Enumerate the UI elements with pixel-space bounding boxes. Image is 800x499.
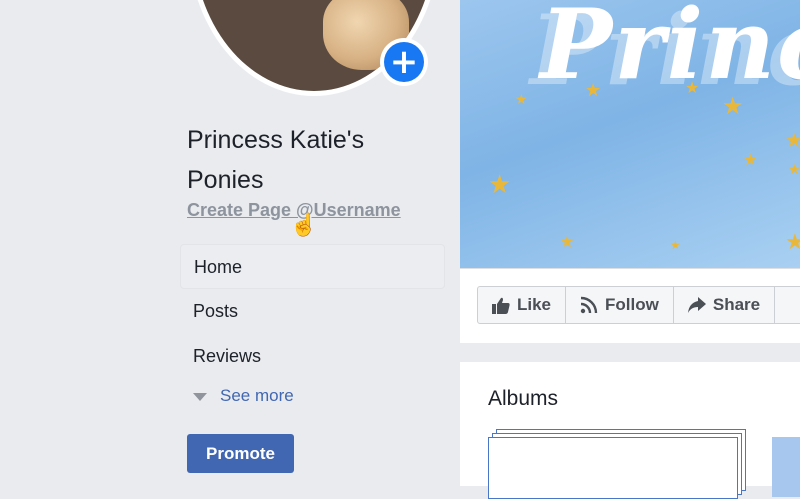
create-album-thumbnail[interactable] <box>488 437 738 499</box>
cover-title-text: Prince <box>540 0 800 101</box>
page-title: Princess Katie's Ponies <box>187 126 365 194</box>
share-arrow-icon <box>687 297 706 313</box>
star-icon: ★ <box>788 162 800 178</box>
albums-section: Albums <box>460 362 800 499</box>
like-label: Like <box>517 295 552 314</box>
share-label: Share <box>712 295 761 314</box>
promote-button[interactable]: Promote <box>187 434 294 473</box>
star-icon: ★ <box>488 170 512 200</box>
star-icon: ★ <box>743 150 758 169</box>
star-icon: ★ <box>785 128 800 152</box>
plus-icon: + <box>384 42 424 82</box>
star-icon: ★ <box>670 238 681 252</box>
nav-item-reviews[interactable]: Reviews <box>180 334 445 379</box>
follow-button[interactable]: Follow <box>565 286 674 324</box>
nav-item-posts[interactable]: Posts <box>180 289 445 334</box>
star-icon: ★ <box>785 230 800 255</box>
share-button[interactable]: Share <box>672 286 776 324</box>
triangle-down-icon <box>193 392 207 401</box>
thumbs-up-icon <box>492 297 510 314</box>
see-more-link[interactable]: See more <box>193 386 294 406</box>
rss-icon <box>580 296 598 314</box>
star-icon: ★ <box>722 92 744 120</box>
albums-title: Albums <box>488 387 559 410</box>
album-thumbnail[interactable] <box>772 437 800 497</box>
star-icon: ★ <box>560 232 575 251</box>
star-icon: ★ <box>515 92 528 108</box>
follow-label: Follow <box>605 295 659 314</box>
see-more-label: See more <box>220 386 294 405</box>
star-icon: ★ <box>685 78 700 97</box>
more-options-button[interactable] <box>774 286 800 324</box>
nav-item-home[interactable]: Home <box>180 244 445 289</box>
cover-photo[interactable]: Prince ★ ★ ★ ★ ★ ★ ★ ★ ★ ★ ★ <box>460 0 800 268</box>
hand-cursor-icon: ☝ <box>290 212 318 237</box>
page-nav: Home Posts Reviews <box>180 244 445 379</box>
like-button[interactable]: Like <box>477 286 567 324</box>
action-button-group: Like Follow Share <box>477 286 800 324</box>
star-icon: ★ <box>585 80 602 101</box>
add-profile-photo-button[interactable]: + <box>380 38 428 86</box>
page-actions-bar: Like Follow Share <box>460 268 800 343</box>
